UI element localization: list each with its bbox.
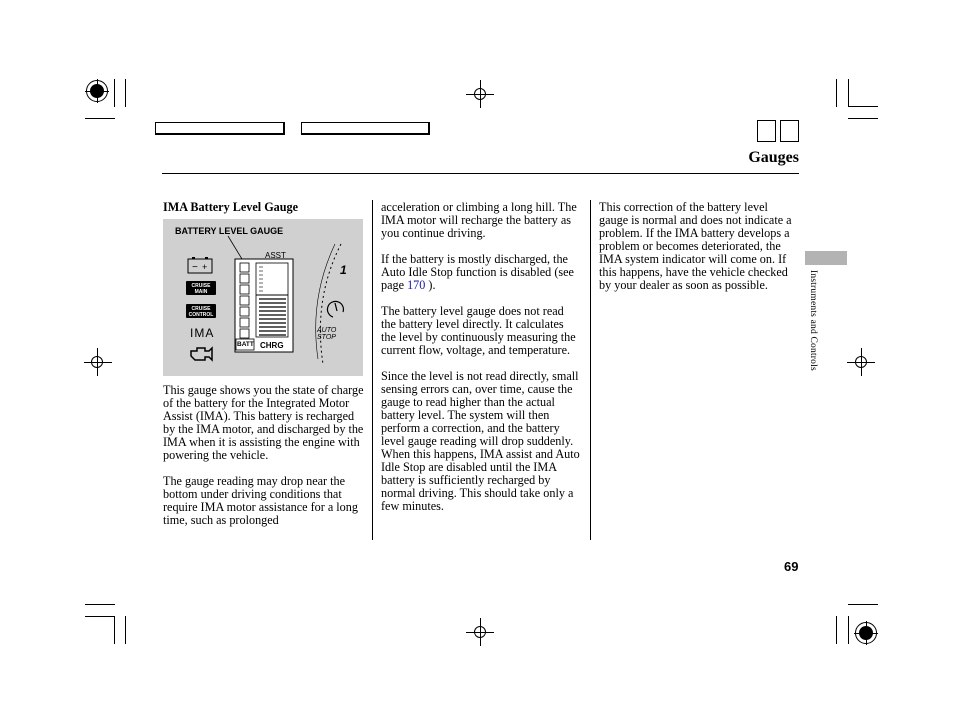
prev-page-button[interactable] <box>757 120 776 142</box>
svg-text:+: + <box>202 262 207 272</box>
section-title: Gauges <box>748 149 799 166</box>
asst-label: ASST <box>265 251 286 260</box>
column-3: This correction of the battery level gau… <box>599 201 799 305</box>
subhead: IMA Battery Level Gauge <box>163 200 299 214</box>
paragraph-suffix: ). <box>425 278 436 292</box>
paragraph: This correction of the battery level gau… <box>599 200 792 292</box>
batt-label: BATT <box>237 341 254 348</box>
svg-text:−: − <box>192 262 198 273</box>
paragraph: Since the level is not read directly, sm… <box>381 369 580 513</box>
svg-text:CONTROL: CONTROL <box>189 312 214 318</box>
column-divider <box>372 200 373 540</box>
page-ref-link[interactable]: 170 <box>407 278 425 292</box>
column-2: acceleration or climbing a long hill. Th… <box>381 201 581 526</box>
paragraph-with-ref: If the battery is mostly discharged, the… <box>381 253 581 292</box>
chapter-label: Instruments and Controls <box>808 270 818 371</box>
next-page-button[interactable] <box>780 120 799 142</box>
header-nav-box-1[interactable] <box>155 122 285 135</box>
column-1: IMA Battery Level Gauge <box>163 201 368 214</box>
paragraph: acceleration or climbing a long hill. Th… <box>381 200 577 240</box>
header-nav-box-2[interactable] <box>301 122 430 135</box>
paragraph: The gauge reading may drop near the bott… <box>163 474 358 527</box>
page-number: 69 <box>784 559 799 574</box>
svg-text:MAIN: MAIN <box>195 289 208 295</box>
svg-text:IMA: IMA <box>190 326 214 340</box>
header-rule <box>162 173 799 174</box>
figure-artwork: − + CRUISE MAIN CRUISE CONTROL IMA 1 <box>186 235 347 365</box>
paragraph: This gauge shows you the state of charge… <box>163 383 364 462</box>
svg-text:1: 1 <box>340 263 347 277</box>
column-divider <box>590 200 591 540</box>
column-1-body: This gauge shows you the state of charge… <box>163 384 368 540</box>
paragraph: The battery level gauge does not read th… <box>381 304 576 357</box>
chrg-label: CHRG <box>260 341 284 350</box>
battery-gauge-figure: BATTERY LEVEL GAUGE − + CRUISE MAIN CRUI… <box>163 219 363 376</box>
chapter-tab <box>805 251 847 265</box>
auto-stop-label: AUTO STOP <box>317 327 337 341</box>
